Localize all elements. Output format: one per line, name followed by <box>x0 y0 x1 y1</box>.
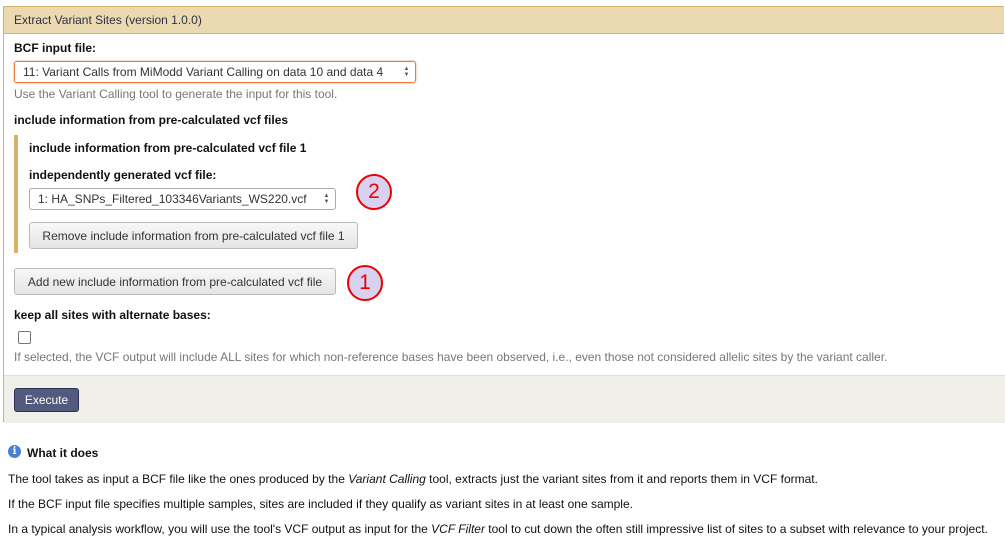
keep-all-sites-checkbox[interactable] <box>18 331 31 344</box>
vcf-file-value: 1: HA_SNPs_Filtered_103346Variants_WS220… <box>38 192 307 206</box>
keep-all-sites-label: keep all sites with alternate bases: <box>14 308 211 322</box>
vcf-file-select[interactable]: 1: HA_SNPs_Filtered_103346Variants_WS220… <box>29 188 336 210</box>
vcf-file-label: independently generated vcf file: <box>29 168 217 182</box>
bcf-input-help: Use the Variant Calling tool to generate… <box>14 87 338 101</box>
precalc-item-title: include information from pre-calculated … <box>29 141 307 155</box>
precalc-section-title: include information from pre-calculated … <box>14 113 289 127</box>
form-footer: Execute <box>4 375 1005 423</box>
remove-vcf-button[interactable]: Remove include information from pre-calc… <box>29 222 358 249</box>
help-p1-tool-name: Variant Calling <box>348 472 426 486</box>
select-arrows-icon: ▲ ▼ <box>323 193 330 205</box>
execute-button[interactable]: Execute <box>14 388 79 412</box>
help-p1-text-b: tool, extracts just the variant sites fr… <box>425 472 818 486</box>
help-p3-tool-name: VCF Filter <box>431 522 485 536</box>
help-p3-text-a: In a typical analysis workflow, you will… <box>8 522 432 536</box>
bcf-input-select[interactable]: 11: Variant Calls from MiModd Variant Ca… <box>14 61 416 83</box>
help-paragraph-1: The tool takes as input a BCF file like … <box>8 472 818 486</box>
bcf-input-value: 11: Variant Calls from MiModd Variant Ca… <box>23 65 384 79</box>
add-vcf-button[interactable]: Add new include information from pre-cal… <box>14 268 336 295</box>
bcf-input-label: BCF input file: <box>14 41 96 55</box>
help-paragraph-3: In a typical analysis workflow, you will… <box>8 522 988 536</box>
keep-all-sites-help: If selected, the VCF output will include… <box>14 350 888 364</box>
panel-title: Extract Variant Sites (version 1.0.0) <box>4 7 1004 34</box>
info-icon: i <box>8 445 21 458</box>
select-arrows-icon: ▲ ▼ <box>403 66 410 78</box>
help-paragraph-2: If the BCF input file specifies multiple… <box>8 497 633 511</box>
repeat-block-bar <box>14 135 18 253</box>
annotation-marker-2: 2 <box>356 174 392 210</box>
help-p3-text-b: tool to cut down the often still impress… <box>484 522 988 536</box>
help-p1-text-a: The tool takes as input a BCF file like … <box>8 472 349 486</box>
annotation-marker-1: 1 <box>347 265 383 301</box>
help-title: What it does <box>27 446 99 460</box>
